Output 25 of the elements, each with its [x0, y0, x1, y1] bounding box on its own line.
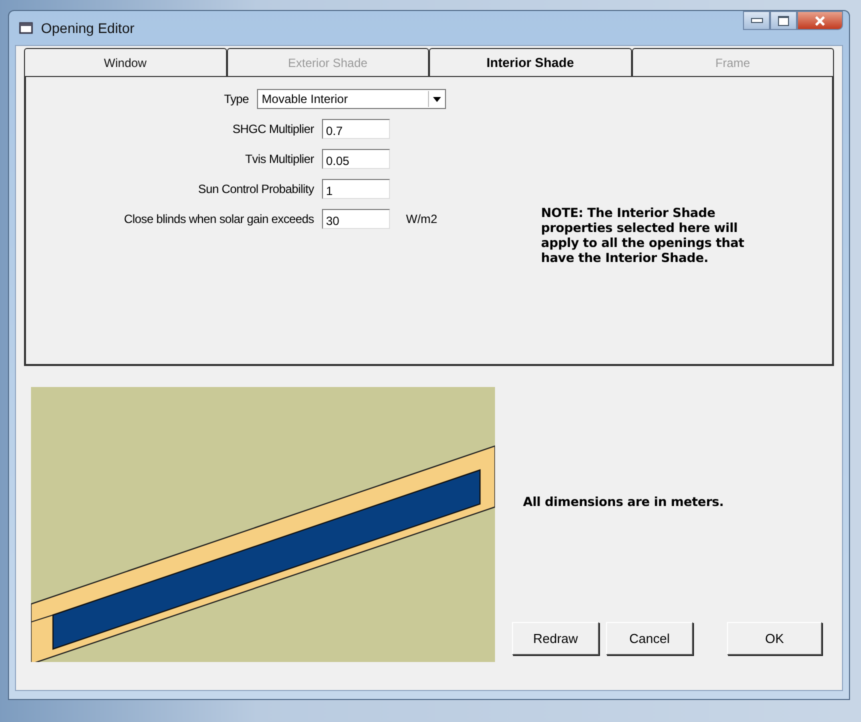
tab[interactable]: Interior Shade — [429, 48, 632, 76]
input-field[interactable]: 30 — [322, 209, 390, 229]
type-dropdown[interactable]: Movable Interior — [256, 89, 446, 109]
input-field[interactable]: 1 — [322, 179, 390, 199]
close-button[interactable] — [797, 11, 843, 30]
dimensions-note: All dimensions are in meters. — [523, 494, 724, 509]
field-label: Sun Control Probability — [197, 182, 316, 196]
minimize-button[interactable] — [743, 11, 770, 30]
input-field[interactable]: 0.05 — [322, 149, 390, 169]
window-title: Opening Editor — [41, 20, 134, 36]
dialog-button[interactable]: Cancel — [606, 622, 693, 655]
unit-label: W/m2 — [406, 212, 438, 226]
note-text: NOTE: The Interior Shade properties selected here will apply to all the openings that have the Interior Shade. — [541, 205, 746, 265]
field-label: Type — [222, 92, 250, 106]
dialog-button[interactable]: OK — [727, 622, 822, 655]
field-label: SHGC Multiplier — [231, 122, 315, 136]
field-label: Close blinds when solar gain exceeds — [123, 212, 315, 226]
field-label: Tvis Multiplier — [244, 152, 315, 166]
close-icon — [814, 14, 826, 26]
tab[interactable]: Window — [24, 48, 226, 76]
maximize-button[interactable] — [770, 11, 797, 30]
dialog-button[interactable]: Redraw — [512, 622, 599, 655]
window-icon — [19, 20, 35, 36]
dropdown-arrow-icon — [433, 96, 441, 102]
input-field[interactable]: 0.7 — [322, 119, 390, 139]
